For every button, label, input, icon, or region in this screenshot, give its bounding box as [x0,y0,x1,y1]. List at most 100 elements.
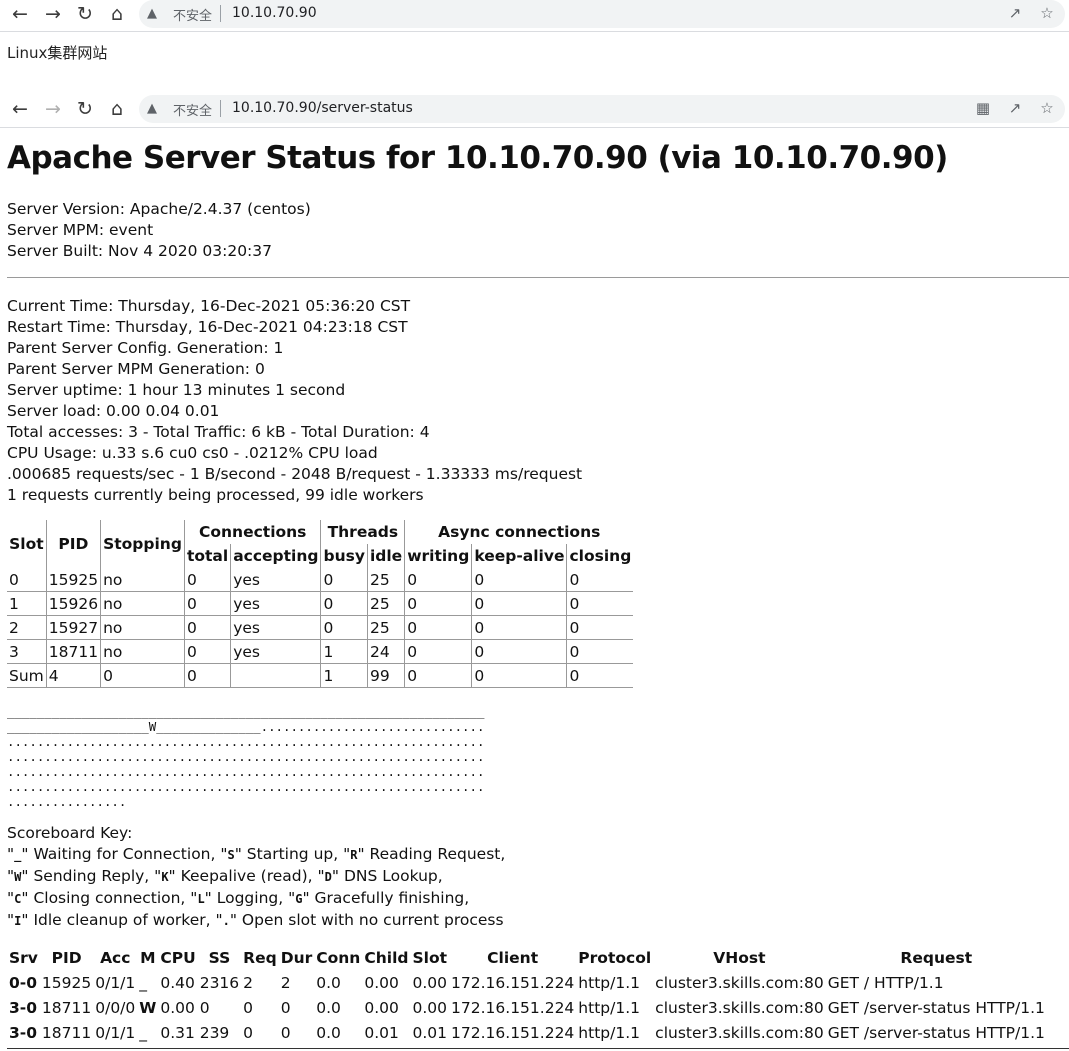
translate-icon[interactable]: ▦ [973,99,993,117]
server-mpm: Server MPM: event [7,221,154,239]
table-cell: 0 [471,568,567,592]
table-cell: yes [230,639,321,664]
column-header: Acc [100,949,131,967]
table-cell: W [139,998,157,1017]
table-cell: yes [230,568,321,592]
table-cell: 239 [199,1023,230,1042]
forward-icon[interactable]: → [41,97,65,121]
current-time: Current Time: Thursday, 16-Dec-2021 05:3… [7,297,411,315]
table-cell: 0 [566,568,634,592]
table-cell: 25 [366,568,405,592]
table-row: Sum 4 0 0 1 99 0 0 0 [7,663,634,688]
url-text[interactable]: 10.10.70.90 [232,5,317,21]
table-cell: 0 [320,568,368,592]
table-cell: 18711 [41,998,92,1017]
scoreboard-key-code: . [222,914,230,928]
scoreboard-line: ................ [7,794,127,809]
table-cell: 0 [320,615,368,640]
table-cell: 3 [7,639,47,664]
column-header: Conn [316,949,361,967]
table-cell: 0.00 [160,998,195,1017]
scoreboard-key-code: S [227,848,235,862]
scoreboard-key-desc: Closing connection, [28,889,191,907]
scoreboard-key-code: D [324,870,332,884]
column-header: closing [566,544,634,568]
table-cell: 2 [280,973,291,992]
scoreboard-line: ___________________W______________......… [7,719,485,734]
server-version: Server Version: Apache/2.4.37 (centos) [7,200,311,218]
scoreboard-key-desc: Sending Reply, [28,867,155,885]
home-icon[interactable]: ⌂ [105,97,129,121]
scoreboard-key-desc: Starting up, [241,845,344,863]
column-header: total [183,544,231,568]
request-rates: .000685 requests/sec - 1 B/second - 2048… [7,465,583,483]
back-icon[interactable]: ← [8,2,32,26]
omnibox-separator [220,100,221,117]
back-icon[interactable]: ← [8,97,32,121]
reload-icon[interactable]: ↻ [73,2,97,26]
table-cell: 0 [280,1023,291,1042]
table-cell: 0/1/1 [95,1023,136,1042]
mpm-generation: Parent Server MPM Generation: 0 [7,360,265,378]
column-header: Request [900,949,973,967]
table-cell: 0 [404,663,472,688]
table-cell: 0/0/0 [95,998,136,1017]
warning-icon[interactable]: ▲ [147,101,157,116]
table-cell: 0 [183,639,231,664]
table-cell: _ [139,1023,148,1042]
scoreboard-key-desc: Gracefully finishing, [309,889,470,907]
url-text[interactable]: 10.10.70.90/server-status [232,100,413,116]
share-icon[interactable]: ↗ [1005,99,1025,117]
table-cell: yes [230,591,321,616]
table-cell: cluster3.skills.com:80 [655,1023,824,1042]
table-cell: 24 [366,639,405,664]
scoreboard-key-code: L [197,892,205,906]
table-cell: 0.00 [364,998,399,1017]
table-cell: 0 [471,639,567,664]
table-cell: 0.01 [364,1023,399,1042]
address-bar[interactable]: ▲ 不安全 10.10.70.90/server-status ▦ ↗ ☆ [139,95,1065,123]
table-cell: 25 [366,615,405,640]
table-cell: GET / HTTP/1.1 [827,973,944,992]
column-header: Req [243,949,277,967]
page-title: Apache Server Status for 10.10.70.90 (vi… [7,140,948,176]
bookmark-star-icon[interactable]: ☆ [1037,99,1057,117]
table-cell: 0 [243,998,254,1017]
table-cell: 15925 [41,973,92,992]
column-header: Stopping [100,520,185,568]
table-cell: 0 [280,998,291,1017]
table-cell: 0-0 [9,973,38,992]
table-row: 2 15927 no 0 yes 0 25 0 0 0 [7,615,634,640]
server-load: Server load: 0.00 0.04 0.01 [7,402,220,420]
share-icon[interactable]: ↗ [1005,4,1025,22]
table-cell: 0.40 [160,973,195,992]
bookmark-star-icon[interactable]: ☆ [1037,4,1057,22]
table-cell: no [100,591,185,616]
warning-icon[interactable]: ▲ [147,6,157,21]
reload-icon[interactable]: ↻ [73,97,97,121]
column-header: Srv [9,949,38,967]
table-cell: 0 [183,615,231,640]
insecure-label: 不安全 [173,9,213,24]
table-cell: 172.16.151.224 [451,973,575,992]
omnibox-separator [220,5,221,22]
requests-processing: 1 requests currently being processed, 99… [7,486,424,504]
table-cell: 0.0 [316,1023,341,1042]
scoreboard-key-desc: DNS Lookup, [339,867,443,885]
column-header: keep-alive [471,544,567,568]
table-cell: 0 [566,639,634,664]
table-cell: cluster3.skills.com:80 [655,973,824,992]
scoreboard-key-code: G [295,892,303,906]
horizontal-rule [7,277,1069,278]
scoreboard-key-line: "I" Idle cleanup of worker, "." Open slo… [7,911,504,929]
column-group-header: Async connections [404,520,634,544]
server-uptime: Server uptime: 1 hour 13 minutes 1 secon… [7,381,346,399]
table-row: 1 15926 no 0 yes 0 25 0 0 0 [7,591,634,616]
address-bar[interactable]: ▲ 不安全 10.10.70.90 ↗ ☆ [139,0,1065,28]
horizontal-rule [7,1048,1069,1049]
table-cell: http/1.1 [578,1023,640,1042]
home-icon[interactable]: ⌂ [105,2,129,26]
forward-icon[interactable]: → [41,2,65,26]
table-cell: 1 [320,663,368,688]
scoreboard-line: ........................................… [7,764,485,779]
